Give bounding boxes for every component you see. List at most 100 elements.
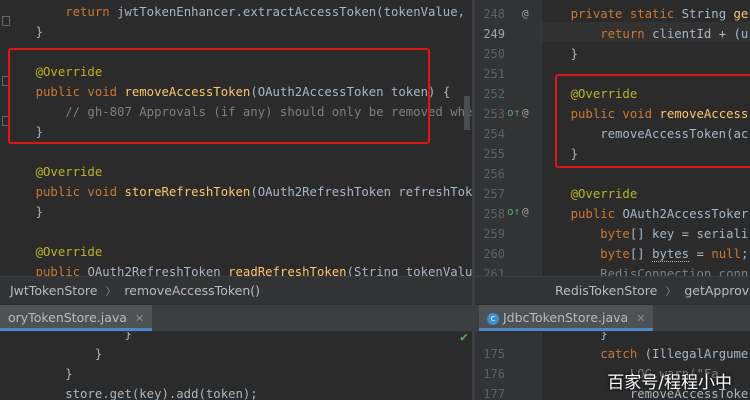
- code-token: ;: [740, 247, 749, 261]
- breadcrumb-right: RedisTokenStore 〉 getApprova: [475, 276, 750, 304]
- code-token: bytes: [652, 247, 690, 262]
- line-number: 248: [483, 7, 505, 21]
- line-number: 259: [483, 227, 505, 241]
- left-bottom-editor[interactable]: } } } store.get(key).add(token); ✔: [0, 332, 472, 400]
- line-number: 261: [483, 267, 505, 276]
- code-token: store.get(key).add(token);: [6, 387, 258, 400]
- code-token: @Override: [541, 187, 638, 201]
- implements-arrow-icon[interactable]: o↑: [507, 202, 520, 222]
- breadcrumb-class[interactable]: JwtTokenStore: [10, 283, 97, 298]
- code-token: return: [6, 5, 118, 19]
- line-number: 249: [483, 27, 505, 41]
- code-line[interactable]: }: [6, 202, 43, 222]
- code-line[interactable]: store.get(key).add(token);: [6, 384, 258, 400]
- code-line[interactable]: return clientId + (u: [541, 24, 748, 44]
- left-editor[interactable]: return jwtTokenEnhancer.extractAccessTok…: [0, 0, 472, 276]
- code-token: [] key = seriali: [629, 227, 749, 241]
- line-number: 256: [483, 167, 505, 181]
- code-line[interactable]: }: [541, 332, 608, 344]
- code-line[interactable]: RedisConnection conn: [541, 264, 748, 276]
- code-line[interactable]: }: [541, 44, 578, 64]
- code-token: (String tokenValue) {: [346, 265, 472, 276]
- code-token: String: [681, 7, 734, 21]
- code-line[interactable]: public OAuth2AccessToker: [541, 204, 749, 224]
- line-number: 175: [483, 347, 505, 361]
- code-token: private static: [541, 7, 682, 21]
- code-token: }: [6, 205, 44, 219]
- close-icon[interactable]: ✕: [636, 312, 645, 325]
- code-token: }: [6, 347, 103, 361]
- code-line[interactable]: private static String ge: [541, 4, 749, 24]
- line-number: 177: [483, 387, 505, 400]
- code-token: public void: [6, 185, 125, 199]
- code-line[interactable]: return jwtTokenEnhancer.extractAccessTok…: [6, 2, 472, 22]
- tab-label: JdbcTokenStore.java: [503, 310, 629, 325]
- watermark: 百家号/程程小中: [607, 373, 732, 393]
- code-token: (IllegalArgume: [644, 347, 749, 361]
- line-number: 253: [483, 107, 505, 121]
- line-number: 255: [483, 147, 505, 161]
- code-token: []: [629, 247, 653, 261]
- implements-arrow-icon[interactable]: o↑: [507, 103, 520, 123]
- code-line[interactable]: public OAuth2RefreshToken readRefreshTok…: [6, 262, 472, 276]
- breadcrumb-left: JwtTokenStore 〉 removeAccessToken(): [0, 276, 472, 304]
- line-number: 250: [483, 47, 505, 61]
- code-line[interactable]: @Override: [6, 242, 103, 262]
- breadcrumb-class[interactable]: RedisTokenStore: [555, 283, 657, 298]
- code-line[interactable]: @Override: [6, 162, 103, 182]
- code-token: byte: [541, 227, 630, 241]
- code-token: }: [6, 25, 44, 39]
- tab-memory-token-store[interactable]: oryTokenStore.java ✕: [0, 305, 153, 331]
- code-token: byte: [541, 247, 630, 261]
- code-line[interactable]: }: [6, 332, 132, 344]
- code-line[interactable]: public void storeRefreshToken(OAuth2Refr…: [6, 182, 472, 202]
- override-marker-icon[interactable]: @: [522, 4, 529, 24]
- code-token: =: [689, 247, 712, 261]
- breadcrumb-method[interactable]: removeAccessToken(): [124, 283, 260, 298]
- code-line[interactable]: }: [6, 364, 73, 384]
- code-token: }: [6, 367, 73, 381]
- scrollbar-marker[interactable]: [464, 96, 470, 130]
- code-line[interactable]: byte[] bytes = null;: [541, 244, 748, 264]
- fold-marker[interactable]: [2, 16, 10, 26]
- code-token: catch: [541, 347, 645, 361]
- java-file-icon: c: [487, 312, 499, 325]
- breadcrumb-separator-icon: 〉: [665, 285, 677, 298]
- code-token: storeRefreshToken: [124, 185, 251, 199]
- code-token: return: [541, 27, 653, 41]
- line-number: 252: [483, 87, 505, 101]
- line-number: [475, 332, 505, 344]
- highlight-box-right: [555, 74, 750, 168]
- code-token: @Override: [6, 165, 103, 179]
- close-icon[interactable]: ✕: [135, 312, 144, 325]
- code-token: jwtTokenEnhancer.extractAccessToken(toke…: [117, 5, 472, 19]
- line-number: 254: [483, 127, 505, 141]
- override-marker-icon[interactable]: @: [522, 202, 529, 222]
- checkmark-icon: ✔: [460, 332, 468, 345]
- code-token: (OAuth2RefreshToken refreshToken,: [250, 185, 472, 199]
- code-token: OAuth2RefreshToken: [87, 265, 229, 276]
- tabbar-right: c JdbcTokenStore.java ✕: [475, 305, 750, 332]
- code-token: null: [711, 247, 741, 261]
- code-line[interactable]: byte[] key = seriali: [541, 224, 748, 244]
- line-number: 251: [483, 67, 505, 81]
- tab-label: oryTokenStore.java: [8, 310, 127, 325]
- highlight-box-left: [8, 48, 430, 144]
- code-token: }: [6, 332, 132, 341]
- line-number: 260: [483, 247, 505, 261]
- code-token: }: [541, 332, 608, 341]
- line-number: 258: [483, 207, 505, 221]
- breadcrumb-method[interactable]: getApprova: [684, 283, 750, 298]
- tab-jdbc-token-store[interactable]: c JdbcTokenStore.java ✕: [479, 305, 654, 331]
- line-number: 176: [483, 367, 505, 381]
- code-token: clientId + (u: [652, 27, 749, 41]
- code-token: }: [541, 47, 579, 61]
- override-marker-icon[interactable]: @: [522, 103, 529, 123]
- code-line[interactable]: }: [6, 22, 43, 42]
- code-line[interactable]: @Override: [541, 184, 638, 204]
- code-line[interactable]: catch (IllegalArgume: [541, 344, 748, 364]
- right-editor[interactable]: 248 249 250 251 252 253 254 255 256 257 258 259 260 2…: [475, 0, 750, 276]
- code-line[interactable]: }: [6, 344, 102, 364]
- code-token: @Override: [6, 245, 103, 259]
- code-token: RedisConnection conn: [541, 267, 749, 276]
